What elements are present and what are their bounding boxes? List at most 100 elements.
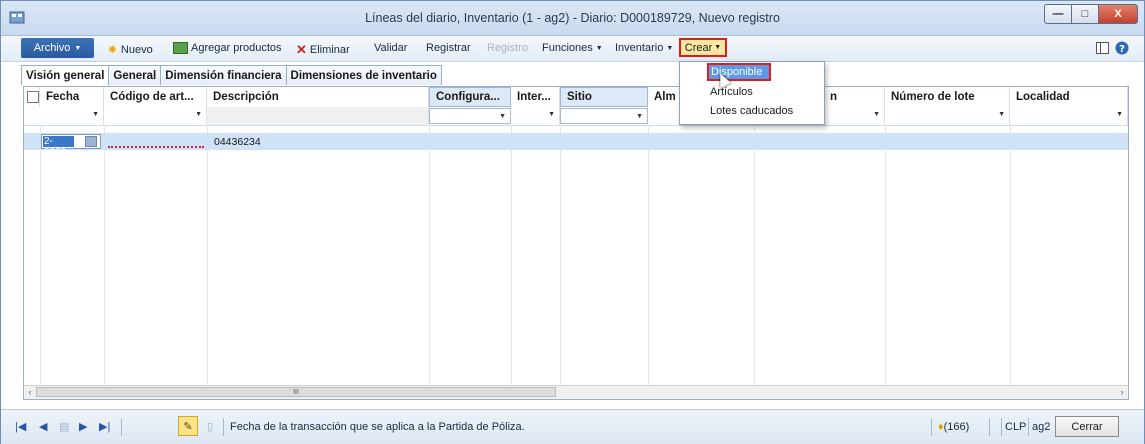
filter-fecha[interactable]: ▼ [40, 107, 104, 125]
chevron-down-icon: ▼ [499, 113, 506, 120]
nuevo-button[interactable]: ✷ Nuevo [107, 42, 153, 58]
cerrar-button[interactable]: Cerrar [1055, 416, 1119, 437]
agregar-productos-button[interactable]: Agregar productos [173, 42, 282, 54]
scroll-right-icon[interactable]: › [1116, 386, 1128, 398]
filter-codigo[interactable]: ▼ [104, 107, 207, 125]
tab-dimension-financiera[interactable]: Dimensión financiera [160, 65, 287, 85]
archivo-label: Archivo [33, 42, 71, 54]
help-icon[interactable]: ? [1115, 41, 1129, 55]
grid-divider [511, 125, 512, 385]
divider [931, 418, 932, 436]
chevron-down-icon: ▼ [714, 44, 722, 51]
filter-row: ▼ ▼ ▼ ▼ ▼ ▼ ▼ ▼ [24, 107, 1128, 126]
filter-sitio[interactable]: ▼ [560, 108, 648, 124]
chevron-down-icon: ▼ [873, 111, 880, 118]
col-codigo-articulo[interactable]: Código de art... [104, 87, 207, 107]
company-indicator: ag2 [1032, 421, 1051, 433]
svg-text:?: ? [1119, 44, 1125, 55]
registro-button[interactable]: Registro [487, 42, 528, 54]
divider [1028, 418, 1029, 436]
action-toolbar: Archivo ▼ ✷ Nuevo Agregar productos ✕ El… [1, 36, 1144, 62]
eliminar-button[interactable]: ✕ Eliminar [296, 42, 350, 58]
window-title: Líneas del diario, Inventario (1 - ag2) … [365, 11, 780, 25]
layout-panel-icon[interactable] [1096, 42, 1109, 54]
currency-indicator: CLP [1005, 421, 1027, 433]
close-window-button[interactable]: X [1098, 4, 1138, 24]
attachment-icon[interactable]: ▯ [207, 420, 213, 433]
funciones-menu-button[interactable]: Funciones ▼ [542, 42, 603, 54]
chevron-down-icon: ▼ [666, 44, 674, 52]
status-message: Fecha de la transacción que se aplica a … [230, 421, 525, 433]
table-row[interactable]: 2-2023 04436234 [24, 133, 1128, 158]
nuevo-label: Nuevo [120, 44, 153, 56]
records-list-icon[interactable]: ▤ [59, 420, 69, 433]
validar-button[interactable]: Validar [374, 42, 407, 54]
grid-divider [885, 125, 886, 385]
col-sitio[interactable]: Sitio [560, 87, 648, 107]
col-localidad[interactable]: Localidad [1010, 87, 1128, 107]
fecha-field[interactable]: 2-2023 [41, 134, 101, 158]
minimize-button[interactable]: — [1044, 4, 1072, 24]
edit-pencil-icon[interactable]: ✎ [178, 416, 198, 436]
grid-divider [429, 125, 430, 385]
app-window: Líneas del diario, Inventario (1 - ag2) … [0, 0, 1145, 444]
column-header-row: Fecha Código de art... Descripción Confi… [24, 87, 1128, 107]
col-numero-lote[interactable]: Número de lote [885, 87, 1010, 107]
notifications-count: (166) [943, 421, 970, 433]
first-record-icon[interactable]: |◀ [15, 420, 26, 433]
notifications-counter[interactable]: ♦(166) [938, 421, 969, 433]
divider [1001, 418, 1002, 436]
tab-dimensiones-inventario[interactable]: Dimensiones de inventario [285, 65, 442, 85]
grid-divider [104, 125, 105, 385]
next-record-icon[interactable]: ▶ [79, 420, 87, 433]
menu-item-articulos[interactable]: Artículos [710, 86, 753, 98]
crear-dropdown-menu: Disponible Artículos Lotes caducados [679, 61, 825, 125]
spellcheck-error-underline [108, 143, 204, 148]
crear-label: Crear [684, 41, 713, 54]
previous-record-icon[interactable]: ◀ [39, 420, 47, 433]
col-configuracion[interactable]: Configura... [429, 87, 511, 107]
scroll-left-icon[interactable]: ‹ [24, 386, 36, 398]
divider [223, 418, 224, 436]
inventario-label: Inventario [615, 42, 664, 54]
col-fecha[interactable]: Fecha [40, 87, 104, 107]
grid-divider [207, 125, 208, 385]
eliminar-label: Eliminar [309, 44, 350, 56]
last-record-icon[interactable]: ▶| [99, 420, 110, 433]
delete-x-icon: ✕ [296, 42, 307, 57]
chevron-down-icon: ▼ [998, 111, 1005, 118]
descripcion-cell[interactable]: 04436234 [214, 133, 261, 150]
col-intercambio[interactable]: Inter... [511, 87, 560, 107]
inventario-menu-button[interactable]: Inventario ▼ [615, 42, 673, 54]
maximize-button[interactable]: □ [1071, 4, 1099, 24]
chevron-down-icon: ▼ [195, 111, 202, 118]
filter-configuracion[interactable]: ▼ [429, 108, 511, 124]
add-products-icon [173, 42, 188, 54]
grid-divider [1010, 125, 1011, 385]
funciones-label: Funciones [542, 42, 593, 54]
grid-divider [648, 125, 649, 385]
grid-divider [40, 125, 41, 385]
select-all-checkbox[interactable] [27, 91, 39, 103]
fecha-value: 2-2023 [43, 136, 74, 158]
horizontal-scrollbar[interactable]: ‹ III › [24, 385, 1128, 399]
scroll-thumb[interactable]: III [36, 387, 556, 397]
calendar-icon[interactable] [85, 136, 97, 147]
tab-general[interactable]: General [108, 65, 162, 85]
title-bar: Líneas del diario, Inventario (1 - ag2) … [1, 1, 1144, 36]
registrar-button[interactable]: Registrar [426, 42, 471, 54]
archivo-menu-button[interactable]: Archivo ▼ [21, 38, 94, 58]
col-descripcion[interactable]: Descripción [207, 87, 429, 107]
chevron-down-icon: ▼ [1116, 111, 1123, 118]
menu-item-lotes-caducados[interactable]: Lotes caducados [710, 105, 793, 117]
chevron-down-icon: ▼ [92, 111, 99, 118]
crear-menu-button[interactable]: Crear ▼ [679, 38, 727, 57]
chevron-down-icon: ▼ [74, 44, 82, 52]
select-all-cell [24, 87, 40, 107]
tab-vision-general[interactable]: Visión general [21, 65, 110, 85]
filter-intercambio[interactable]: ▼ [511, 107, 560, 125]
filter-localidad[interactable]: ▼ [1010, 107, 1128, 125]
filter-numero-lote[interactable]: ▼ [885, 107, 1010, 125]
filter-descripcion[interactable] [207, 107, 429, 125]
divider [121, 418, 122, 436]
